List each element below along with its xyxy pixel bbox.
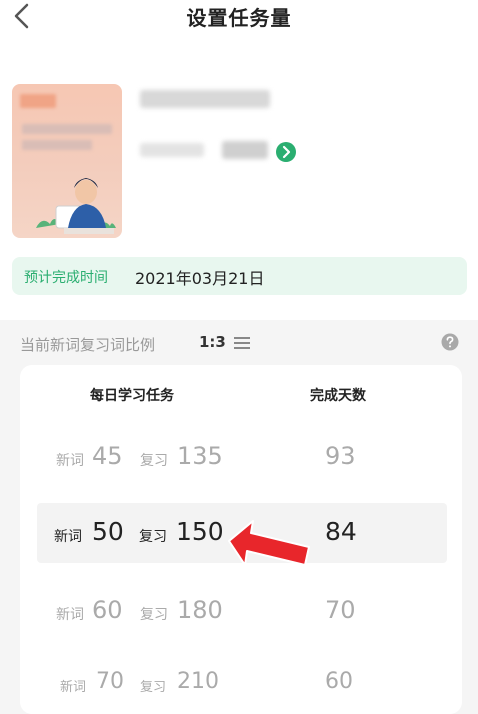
new-label: 新词 [54, 529, 82, 545]
review-count: 150 [176, 517, 224, 546]
review-label: 复习 [140, 680, 167, 695]
page-title: 设置任务量 [186, 6, 292, 30]
review-label: 复习 [140, 453, 168, 469]
book-illustration [36, 178, 116, 234]
new-label: 新词 [56, 453, 84, 469]
menu-icon[interactable] [233, 335, 251, 351]
eta-value: 2021年03月21日 [135, 269, 265, 288]
days-count: 93 [325, 442, 356, 470]
help-icon[interactable] [441, 333, 459, 351]
picker-row[interactable]: 新词 45 复习 135 93 [20, 427, 462, 487]
review-count: 135 [177, 442, 223, 470]
book-meta-blurred [222, 141, 268, 159]
days-header: 完成天数 [310, 388, 366, 404]
new-count: 50 [92, 517, 124, 546]
days-count: 70 [325, 596, 356, 624]
daily-task-header: 每日学习任务 [90, 388, 174, 404]
review-count: 180 [177, 596, 223, 624]
days-count: 60 [325, 669, 353, 694]
ratio-label: 当前新词复习词比例 [20, 336, 156, 354]
review-label: 复习 [140, 607, 168, 623]
book-meta-blurred [140, 143, 204, 157]
book-title-blurred [140, 90, 270, 108]
header: 设置任务量 [0, 0, 478, 40]
new-label: 新词 [60, 680, 87, 695]
new-count: 70 [96, 669, 124, 694]
picker-row[interactable]: 新词 60 复习 180 70 [20, 581, 462, 641]
eta-label: 预计完成时间 [24, 270, 108, 286]
days-count: 84 [325, 517, 357, 546]
review-count: 210 [177, 669, 219, 694]
book-cover[interactable] [12, 84, 122, 238]
ratio-value[interactable]: 1:3 [199, 333, 226, 351]
review-label: 复习 [139, 529, 167, 545]
picker-row[interactable]: 新词 70 复习 210 60 [20, 655, 462, 714]
eta-bar: 预计完成时间 2021年03月21日 [12, 257, 467, 295]
arrow-circle-icon[interactable] [275, 141, 297, 163]
new-count: 45 [92, 442, 123, 470]
annotation-arrow-icon [228, 520, 310, 566]
new-count: 60 [92, 596, 123, 624]
new-label: 新词 [56, 607, 84, 623]
